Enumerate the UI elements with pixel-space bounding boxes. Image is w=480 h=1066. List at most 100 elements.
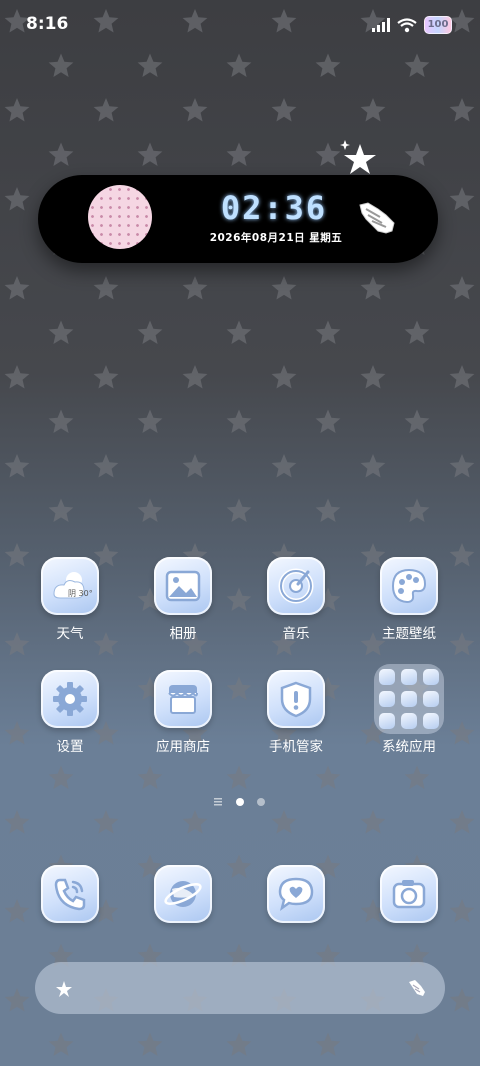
svg-text:阴 30°: 阴 30° <box>68 589 92 598</box>
wallpaper-star <box>404 1032 430 1056</box>
mini-app-icon <box>401 713 417 729</box>
signal-icon <box>372 18 390 32</box>
wallpaper-star <box>315 53 341 77</box>
wallpaper-star <box>48 498 74 522</box>
folder-icon <box>374 664 444 734</box>
wallpaper-star <box>93 454 119 478</box>
wallpaper-star <box>93 98 119 122</box>
wallpaper-star <box>449 454 475 478</box>
search-bar[interactable] <box>35 962 445 1014</box>
wallpaper-star <box>315 320 341 344</box>
wallpaper-star <box>449 276 475 300</box>
sparkle-star-icon <box>340 140 376 174</box>
wallpaper-star <box>137 498 163 522</box>
wallpaper-star <box>226 1032 252 1056</box>
dock-phone[interactable] <box>15 865 125 923</box>
app-label: 应用商店 <box>156 739 210 755</box>
page-indicator[interactable] <box>0 796 480 808</box>
wallpaper-star <box>360 365 386 389</box>
wallpaper-star <box>449 810 475 834</box>
wallpaper-star <box>48 142 74 166</box>
wallpaper-star <box>137 1032 163 1056</box>
angel-wing-icon <box>359 202 395 234</box>
wallpaper-star <box>360 98 386 122</box>
status-time: 8:16 <box>26 14 69 34</box>
page-dot-active <box>236 798 244 806</box>
wallpaper-star <box>271 810 297 834</box>
wing-mic-icon[interactable] <box>405 976 429 1000</box>
wifi-icon <box>397 17 417 32</box>
app-settings[interactable]: 设置 <box>15 670 125 755</box>
store-icon <box>154 670 212 728</box>
wallpaper-star <box>4 988 30 1012</box>
wallpaper-star <box>271 454 297 478</box>
wallpaper-star <box>4 276 30 300</box>
mini-app-icon <box>423 713 439 729</box>
mini-app-icon <box>423 691 439 707</box>
music-icon <box>267 557 325 615</box>
wallpaper-star <box>137 53 163 77</box>
wallpaper-star <box>226 320 252 344</box>
app-gallery[interactable]: 相册 <box>128 557 238 642</box>
wallpaper-star <box>137 320 163 344</box>
wallpaper-star <box>404 498 430 522</box>
wallpaper-star <box>449 365 475 389</box>
gear-icon <box>41 670 99 728</box>
clock-widget[interactable]: 02:36 2026年08月21日 星期五 <box>38 175 438 263</box>
wallpaper-star <box>48 409 74 433</box>
app-label: 设置 <box>56 739 84 755</box>
wallpaper-star <box>182 365 208 389</box>
mini-app-icon <box>379 713 395 729</box>
widget-clock-date: 2026年08月21日 星期五 <box>209 232 343 244</box>
mini-app-icon <box>423 669 439 685</box>
dock-messages[interactable] <box>241 865 351 923</box>
dock-browser[interactable] <box>128 865 238 923</box>
wallpaper-star <box>48 1032 74 1056</box>
gallery-icon <box>154 557 212 615</box>
message-icon <box>267 865 325 923</box>
battery-indicator: 100 <box>424 16 452 34</box>
app-phone-manager[interactable]: 手机管家 <box>241 670 351 755</box>
app-label: 手机管家 <box>269 739 323 755</box>
wallpaper-star <box>48 53 74 77</box>
wallpaper-star <box>315 765 341 789</box>
wallpaper-star <box>226 53 252 77</box>
app-weather[interactable]: 阴 30° 天气 <box>15 557 125 642</box>
star-sparkle-icon <box>56 981 72 997</box>
mini-app-icon <box>379 669 395 685</box>
app-label: 系统应用 <box>382 739 436 755</box>
wallpaper-star <box>360 276 386 300</box>
wallpaper-star <box>271 365 297 389</box>
app-themes[interactable]: 主题壁纸 <box>354 557 464 642</box>
wallpaper-star <box>271 276 297 300</box>
wallpaper-star <box>48 320 74 344</box>
wallpaper-star <box>93 276 119 300</box>
wallpaper-star <box>404 142 430 166</box>
weather-icon: 阴 30° <box>41 557 99 615</box>
wallpaper-star <box>182 454 208 478</box>
wallpaper-star <box>4 454 30 478</box>
app-label: 相册 <box>169 626 197 642</box>
wallpaper-star <box>4 810 30 834</box>
wallpaper-star <box>404 53 430 77</box>
wallpaper-star <box>48 765 74 789</box>
wallpaper-star <box>404 765 430 789</box>
polka-dot-circle <box>88 185 152 249</box>
wallpaper-star <box>137 765 163 789</box>
wallpaper-star <box>4 187 30 211</box>
app-label: 天气 <box>56 626 84 642</box>
status-bar: 8:16 100 <box>0 0 480 50</box>
app-store[interactable]: 应用商店 <box>128 670 238 755</box>
app-music[interactable]: 音乐 <box>241 557 351 642</box>
wallpaper-star <box>93 810 119 834</box>
wallpaper-star <box>226 142 252 166</box>
wallpaper-star <box>182 98 208 122</box>
mini-app-icon <box>401 669 417 685</box>
browser-planet-icon <box>154 865 212 923</box>
wallpaper-star <box>226 765 252 789</box>
dock-camera[interactable] <box>354 865 464 923</box>
wallpaper-star <box>226 409 252 433</box>
wallpaper-star <box>360 810 386 834</box>
app-folder-system[interactable]: 系统应用 <box>354 664 464 755</box>
wallpaper-star <box>4 365 30 389</box>
